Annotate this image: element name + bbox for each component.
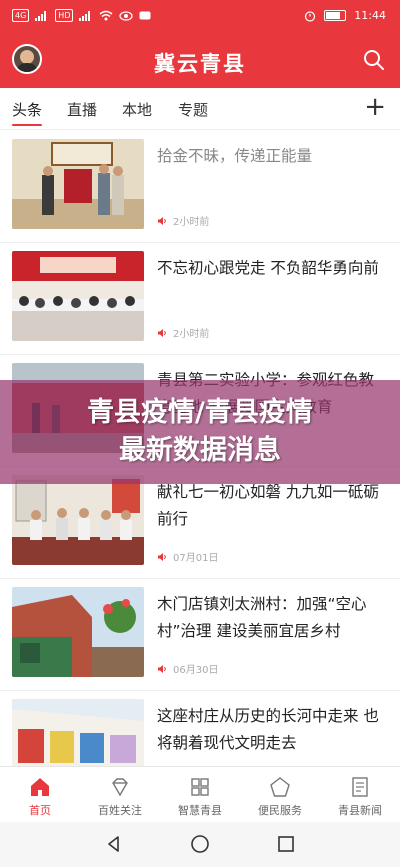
speaker-icon[interactable] [157,664,167,674]
eye-icon [119,10,134,21]
search-icon[interactable] [362,48,386,72]
nav-label: 青县新闻 [338,804,382,817]
tab-active-indicator [12,124,42,126]
news-title: 献礼七一初心如磐 九九如一砥砺前行 [157,483,379,528]
wifi-icon [100,10,113,21]
overlay-line-1: 青县疫情/青县疫情 [87,397,313,428]
page-title: 冀云青县 [154,52,246,76]
channel-tabs: 头条 直播 本地 专题 + [0,88,400,130]
recents-icon[interactable] [276,834,296,854]
news-meta: 07月01日 [157,549,218,564]
nav-smart-qingxian[interactable]: 智慧青县 [160,767,240,822]
pentagon-icon [270,777,290,797]
nav-label: 便民服务 [258,804,302,817]
news-thumbnail [12,251,144,341]
tab-live[interactable]: 直播 [67,99,97,120]
news-meta: 06月30日 [157,661,218,676]
news-thumbnail [12,139,144,229]
home-icon [31,778,49,796]
status-time: 11:44 [354,9,386,22]
news-title: 这座村庄从历史的长河中走来 也将朝着现代文明走去 [157,707,379,752]
nav-label: 首页 [29,804,51,817]
news-title: 拾金不昧，传递正能量 [157,147,313,165]
news-meta: 2小时前 [157,213,209,228]
news-time: 06月30日 [173,665,219,676]
home-circle-icon[interactable] [190,834,210,854]
speaker-icon[interactable] [157,328,167,338]
status-right: 11:44 [304,9,386,22]
alarm-icon [305,10,316,22]
news-time: 07月01日 [173,553,219,564]
overlay-text: 青县疫情/青县疫情 最新数据消息 [0,394,400,470]
battery-icon [324,10,347,21]
message-icon [139,11,151,19]
nav-label: 百姓关注 [98,804,142,817]
nav-public-focus[interactable]: 百姓关注 [80,767,160,822]
news-meta: 2小时前 [157,325,209,340]
document-icon [352,777,368,797]
nav-qingxian-news[interactable]: 青县新闻 [320,767,400,822]
status-bar: 4G HD 11:44 [0,0,400,34]
signal-icon [35,10,47,21]
news-thumbnail [12,587,144,677]
back-icon[interactable] [104,834,124,854]
speaker-icon[interactable] [157,552,167,562]
tab-local[interactable]: 本地 [122,99,152,120]
speaker-icon[interactable] [157,216,167,226]
app-header: 冀云青县 [0,34,400,88]
news-item[interactable]: 不忘初心跟党走 不负韶华勇向前 2小时前 [0,243,400,355]
tab-headlines[interactable]: 头条 [12,99,42,120]
news-title: 不忘初心跟党走 不负韶华勇向前 [157,259,379,277]
bottom-nav: 首页 百姓关注 智慧青县 便民服务 青县新闻 [0,766,400,822]
grid-icon [191,778,209,796]
news-title: 木门店镇刘太洲村：加强“空心村”治理 建设美丽宜居乡村 [157,595,367,640]
news-item[interactable]: 木门店镇刘太洲村：加强“空心村”治理 建设美丽宜居乡村 06月30日 [0,579,400,691]
news-thumbnail [12,475,144,565]
signal-icon-2 [79,10,91,21]
overlay-line-2: 最新数据消息 [119,435,281,466]
system-nav-bar [0,822,400,867]
nav-home[interactable]: 首页 [0,767,80,822]
nav-services[interactable]: 便民服务 [240,767,320,822]
tab-topics[interactable]: 专题 [178,99,208,120]
status-left: 4G HD [12,9,151,22]
news-time: 2小时前 [173,217,210,228]
news-item[interactable]: 拾金不昧，传递正能量 2小时前 [0,131,400,243]
diamond-icon [112,778,128,797]
network-badge-left: 4G [12,9,30,22]
promo-overlay-banner[interactable]: 青县疫情/青县疫情 最新数据消息 [0,380,400,484]
nav-label: 智慧青县 [178,804,222,817]
add-channel-icon[interactable]: + [364,94,386,120]
news-time: 2小时前 [173,329,210,340]
network-badge-right: HD [55,9,74,22]
